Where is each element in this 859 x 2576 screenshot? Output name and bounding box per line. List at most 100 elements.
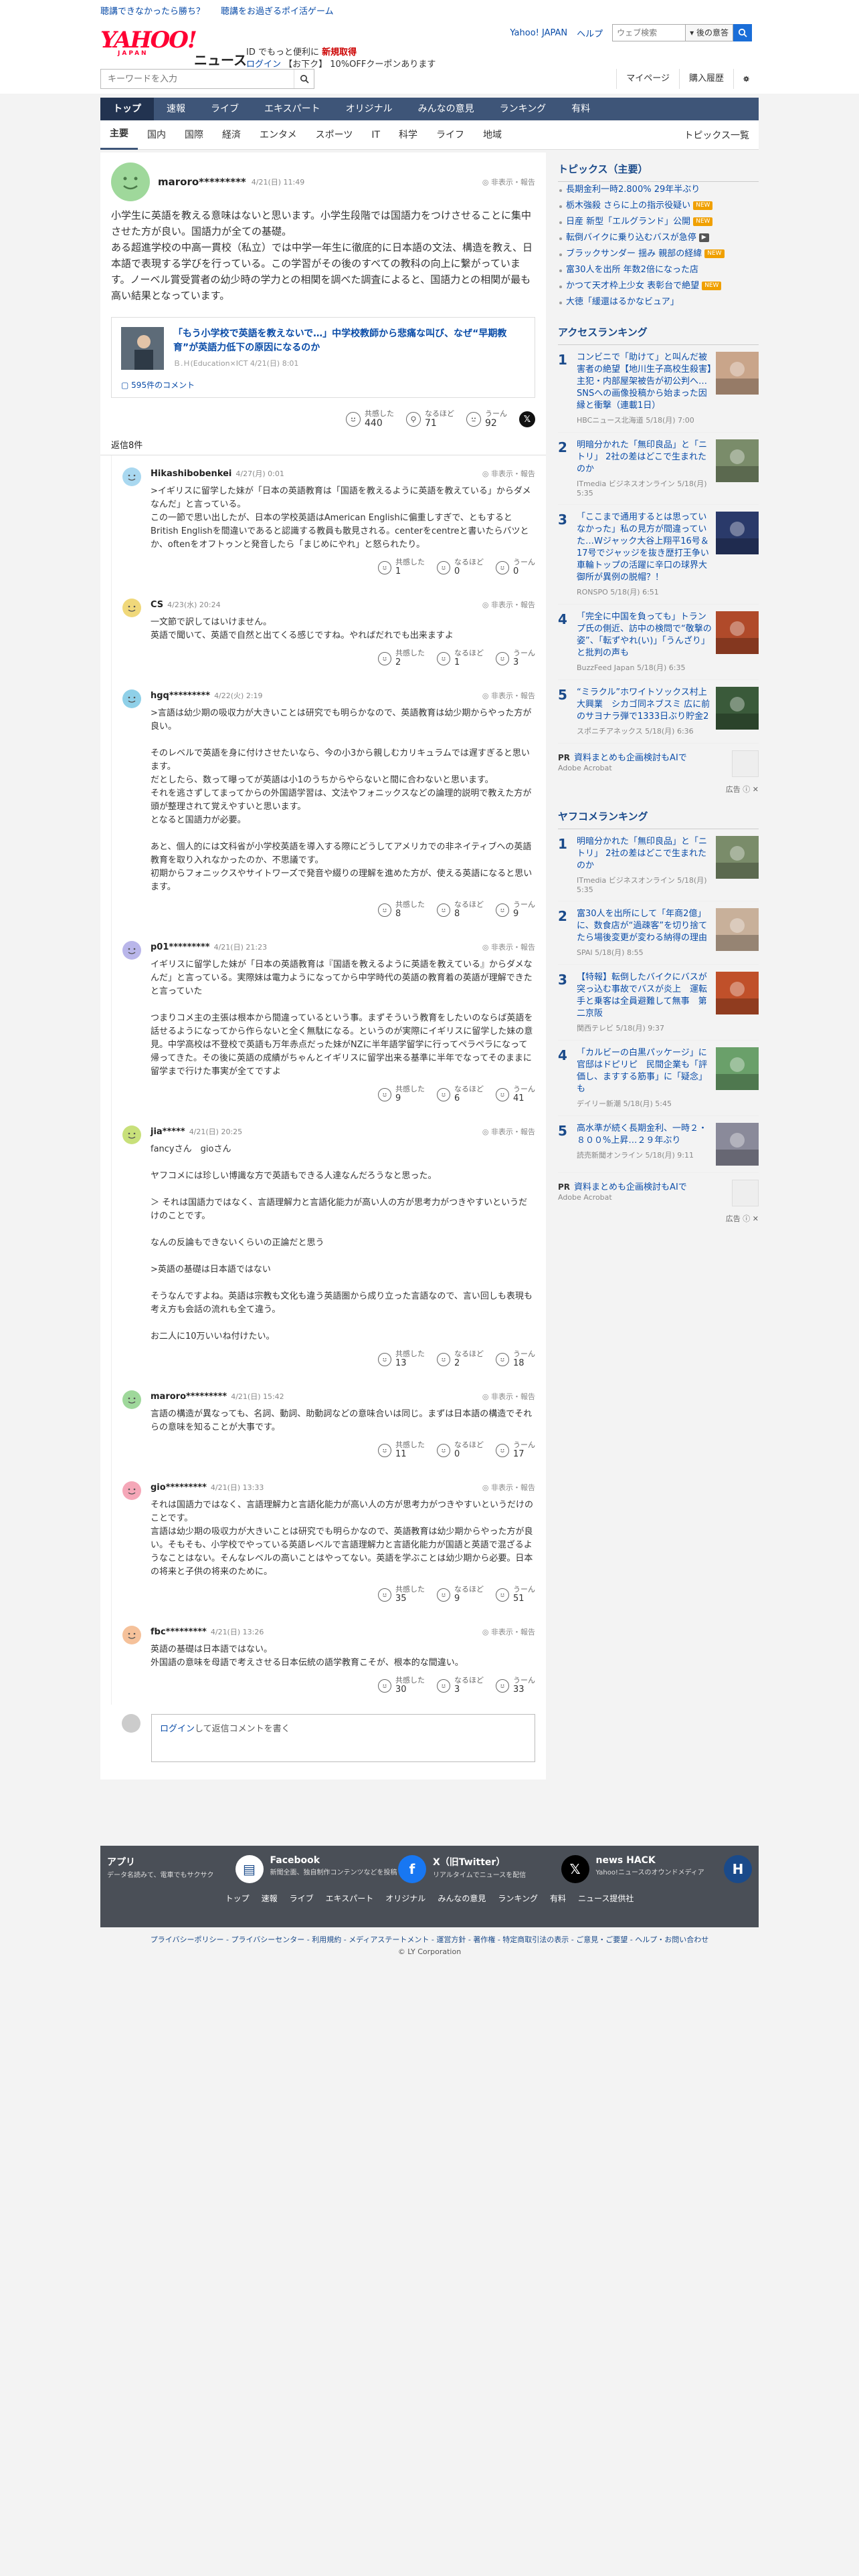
hide-report-link[interactable]: ◎ 非表示・報告 [482, 942, 535, 952]
cat-science[interactable]: 科学 [389, 120, 427, 150]
cat-world[interactable]: 国際 [175, 120, 213, 150]
footer-nav-item[interactable]: ランキング [498, 1893, 538, 1904]
rank-title[interactable]: 【特報】転倒したバイクにバスが突っ込む事故でバスが炎上 運転手と乗客は全員避難し… [577, 972, 712, 1020]
avatar[interactable] [122, 599, 141, 617]
naruhodo-button[interactable]: なるほど 2 [437, 1350, 484, 1369]
footer-links[interactable]: プライバシーポリシー - プライバシーセンター - 利用規約 - メディアステー… [100, 1934, 759, 1945]
naruhodo-button[interactable]: なるほど 6 [437, 1085, 484, 1104]
cat-local[interactable]: 地域 [474, 120, 511, 150]
uun-button[interactable]: うーん 9 [496, 901, 535, 920]
topics-title[interactable]: トピックス（主要） [558, 159, 759, 182]
mypage-link[interactable]: マイページ [616, 69, 679, 89]
topic-item[interactable]: かつて天才枠上少女 表彰台で絶望 NEW [558, 278, 759, 294]
reply-username[interactable]: fbc********* [151, 1627, 207, 1637]
avatar[interactable] [122, 1626, 141, 1644]
purchase-history-link[interactable]: 購入履歴 [678, 69, 733, 89]
ranking-item[interactable]: 2 明暗分かれた「無印良品」と「ニトリ」 2社の差はどこで生まれたのか ITmedi… [558, 433, 759, 505]
reply-username[interactable]: p01********* [151, 942, 210, 952]
ranking-item[interactable]: 5 “ミラクル”ホワイトソックス村上大興業 シカゴ同ネブスミ 広に前のサヨナラ弾で… [558, 680, 759, 744]
ranking-item[interactable]: 4 「カルビーの白黒パッケージ」に官邸はドピリピ 民間企業も「評価し、ますする筋事… [558, 1041, 759, 1116]
footer-nav-item[interactable]: トップ [225, 1893, 250, 1904]
topic-item[interactable]: 転倒バイクに乗り込むバスが急停 ▶ [558, 230, 759, 246]
cat-economy[interactable]: 経済 [213, 120, 250, 150]
topic-item[interactable]: 栃木強殺 さらに上の指示役疑い NEW [558, 198, 759, 214]
search-scope-select[interactable]: ▾ 後の意答 [686, 24, 733, 41]
hide-report-link[interactable]: ◎ 非表示・報告 [482, 1626, 535, 1637]
reply-username[interactable]: Hikashibobenkei [151, 469, 231, 479]
cat-entertainment[interactable]: エンタメ [250, 120, 306, 150]
naruhodo-button[interactable]: なるほど 71 [406, 410, 454, 429]
uun-button[interactable]: うーん 0 [496, 558, 535, 577]
uun-button[interactable]: うーん 33 [496, 1677, 535, 1695]
top-strip-link-1[interactable]: 聴講できなかったら勝ち？ [100, 4, 205, 17]
empathy-button[interactable]: 共感した 8 [378, 901, 425, 920]
footer-nav-item[interactable]: みんなの意見 [438, 1893, 486, 1904]
footer-app-col[interactable]: Facebook 新聞全面、独自制作コンテンツなどを投稿 f [270, 1855, 426, 1883]
rank-title[interactable]: 「カルビーの白黒パッケージ」に官邸はドピリピ 民間企業も「評価し、ますする筋事」… [577, 1047, 712, 1095]
help-link[interactable]: ヘルプ [577, 27, 603, 39]
uun-button[interactable]: うーん 17 [496, 1441, 535, 1460]
nav-expert[interactable]: エキスパート [252, 98, 333, 120]
nav-paid[interactable]: 有料 [559, 98, 603, 120]
empathy-button[interactable]: 共感した 13 [378, 1350, 425, 1369]
empathy-button[interactable]: 共感した 35 [378, 1586, 425, 1604]
rank-title[interactable]: 「完全に中国を負っても」トランプ氏の側近、訪中の検問で“敬撃の姿”、「転ずやれ(… [577, 611, 712, 659]
cat-it[interactable]: IT [362, 120, 389, 150]
naruhodo-button[interactable]: なるほど 0 [437, 558, 484, 577]
naruhodo-button[interactable]: なるほど 0 [437, 1441, 484, 1460]
nav-flash[interactable]: 速報 [154, 98, 198, 120]
ranking-item[interactable]: 5 高水準が続く長期金利、一時２・８００%上昇…２９年ぶり 読売新聞オンライン 5/… [558, 1116, 759, 1173]
ranking-item[interactable]: 1 明暗分かれた「無印良品」と「ニトリ」 2社の差はどこで生まれたのか ITmedi… [558, 829, 759, 901]
access-ranking-title[interactable]: アクセスランキング [558, 322, 759, 345]
empathy-button[interactable]: 共感した 9 [378, 1085, 425, 1104]
rank-title[interactable]: 明暗分かれた「無印良品」と「ニトリ」 2社の差はどこで生まれたのか [577, 439, 712, 475]
avatar[interactable] [122, 467, 141, 486]
topics-list-link[interactable]: トピックス一覧 [684, 128, 759, 142]
topic-item[interactable]: 富30人を出所 年数2倍になった店 [558, 262, 759, 278]
avatar[interactable] [122, 1390, 141, 1409]
hide-report-link[interactable]: ◎ 非表示・報告 [482, 468, 535, 479]
empathy-button[interactable]: 共感した 11 [378, 1441, 425, 1460]
empathy-button[interactable]: 共感した 2 [378, 649, 425, 668]
share-x-button[interactable]: 𝕏 [519, 411, 535, 427]
avatar[interactable] [122, 1481, 141, 1500]
uun-button[interactable]: うーん 3 [496, 649, 535, 668]
signup-link[interactable]: 新規取得 [322, 47, 357, 58]
yafoo-ranking-title[interactable]: ヤフコメランキング [558, 807, 759, 829]
uun-button[interactable]: うーん 92 [466, 410, 507, 429]
hide-report-link[interactable]: ◎ 非表示・報告 [482, 1126, 535, 1137]
hide-report-link[interactable]: ◎ 非表示・報告 [482, 1482, 535, 1493]
yahoo-logo[interactable]: YAHOO! JAPAN [100, 28, 197, 63]
ad-label[interactable]: 広告 ⓘ ✕ [558, 1213, 759, 1224]
naruhodo-button[interactable]: なるほど 9 [437, 1586, 484, 1604]
cat-main[interactable]: 主要 [100, 120, 138, 150]
pr-item[interactable]: PR 資料まとめも企画検討もAIで Adobe Acrobat [558, 744, 759, 784]
comment-count-link[interactable]: ▢ 595件のコメント [121, 379, 525, 391]
web-search-input[interactable] [612, 24, 686, 41]
footer-nav-item[interactable]: オリジナル [385, 1893, 425, 1904]
ranking-item[interactable]: 2 富30人を出所にして「年商2億」に、数食店が“過疎客”を切り捨てたら場後変更が… [558, 901, 759, 965]
reply-input[interactable]: ログインして返信コメントを書く [151, 1714, 535, 1762]
top-strip-link-2[interactable]: 聴講をお過ぎるポイ活ゲーム [221, 4, 334, 17]
cat-domestic[interactable]: 国内 [138, 120, 175, 150]
avatar[interactable] [122, 1125, 141, 1144]
topic-item[interactable]: 日産 新型「エルグランド」公開 NEW [558, 214, 759, 230]
footer-nav-item[interactable]: ライブ [290, 1893, 314, 1904]
ranking-item[interactable]: 4 「完全に中国を負っても」トランプ氏の側近、訪中の検問で“敬撃の姿”、「転ずやれ… [558, 605, 759, 680]
nav-live[interactable]: ライブ [198, 98, 252, 120]
empathy-button[interactable]: 共感した 1 [378, 558, 425, 577]
rank-title[interactable]: “ミラクル”ホワイトソックス村上大興業 シカゴ同ネブスミ 広に前のサヨナラ弾で1… [577, 687, 712, 723]
topic-item[interactable]: ブラックサンダー 揺み 親部の経緯 NEW [558, 246, 759, 262]
web-search-button[interactable] [733, 24, 752, 41]
rank-title[interactable]: 高水準が続く長期金利、一時２・８００%上昇…２９年ぶり [577, 1123, 712, 1147]
avatar[interactable] [122, 941, 141, 960]
topic-item[interactable]: 長期金利一時2.800% 29年半ぶり [558, 182, 759, 198]
uun-button[interactable]: うーん 41 [496, 1085, 535, 1104]
reply-username[interactable]: jia***** [151, 1127, 185, 1137]
nav-top[interactable]: トップ [100, 98, 154, 120]
footer-app-col[interactable]: news HACK Yahoo!ニュースのオウンドメディア H [596, 1855, 752, 1883]
article-title[interactable]: 「もう小学校で英語を教えないで…」中学校教師から悲痛な叫び、なぜ“早期教育”が英… [173, 327, 525, 355]
rank-title[interactable]: 明暗分かれた「無印良品」と「ニトリ」 2社の差はどこで生まれたのか [577, 836, 712, 872]
footer-app-col[interactable]: アプリ データ名読みて、電車でもサクサク ▤ [107, 1855, 264, 1883]
reply-username[interactable]: gio********* [151, 1483, 207, 1493]
